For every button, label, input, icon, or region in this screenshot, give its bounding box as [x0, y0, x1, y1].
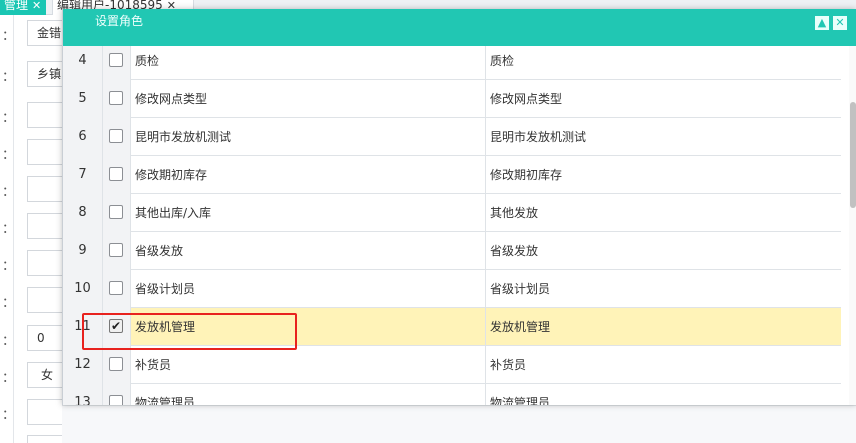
role-description: 省级发放 — [490, 244, 539, 258]
row-number: 13 — [63, 384, 103, 405]
row-number: 5 — [63, 80, 103, 118]
role-description: 物流管理员 — [490, 396, 551, 405]
role-description: 修改网点类型 — [490, 92, 563, 106]
role-name: 物流管理员 — [131, 384, 486, 405]
role-description: 补货员 — [490, 358, 527, 372]
row-checkbox[interactable] — [109, 281, 123, 295]
table-row[interactable]: 9 省级发放 省级发放 — [63, 232, 841, 270]
table-row[interactable]: 6 昆明市发放机测试 昆明市发放机测试 — [63, 118, 841, 156]
close-icon[interactable]: ✕ — [32, 0, 41, 12]
close-icon[interactable]: ✕ — [833, 16, 847, 30]
checkbox-cell — [103, 156, 131, 194]
row-checkbox[interactable] — [109, 205, 123, 219]
role-name: 昆明市发放机测试 — [131, 118, 486, 156]
field-colon: ： — [2, 185, 16, 200]
row-checkbox[interactable] — [109, 53, 123, 67]
role-description: 省级计划员 — [490, 282, 551, 296]
checkbox-cell — [103, 118, 131, 156]
field-colon: ： — [2, 334, 16, 349]
table-row[interactable]: 12 补货员 补货员 — [63, 346, 841, 384]
checkbox-cell — [103, 232, 131, 270]
highlight-box — [82, 313, 297, 350]
row-checkbox[interactable] — [109, 357, 123, 371]
role-description: 其他发放 — [490, 206, 539, 220]
field-colon: ： — [2, 148, 16, 163]
checkbox-cell — [103, 346, 131, 384]
dialog-header[interactable]: 设置角色 ▲ ✕ — [63, 9, 856, 46]
role-description: 发放机管理 — [490, 320, 551, 334]
checkbox-cell — [103, 80, 131, 118]
field-colon: ： — [2, 296, 16, 311]
screen: { "tabs": [ {"label": "管理", "close": "✕"… — [0, 0, 856, 443]
footer-strip — [62, 405, 856, 443]
field-colon: ： — [2, 222, 16, 237]
row-number: 10 — [63, 270, 103, 308]
row-number: 9 — [63, 232, 103, 270]
field-colon: ： — [2, 371, 16, 386]
role-name: 省级计划员 — [131, 270, 486, 308]
role-description: 修改期初库存 — [490, 168, 563, 182]
role-table: 4 质检 质检 5 修改网点类型 修改网点类型 6 昆明市发放机测试 昆明市发放… — [63, 46, 856, 405]
table-row[interactable]: 8 其他出库/入库 其他发放 — [63, 194, 841, 232]
field-colon: ： — [2, 70, 16, 85]
row-number: 6 — [63, 118, 103, 156]
row-number: 4 — [63, 46, 103, 80]
table-row[interactable]: 10 省级计划员 省级计划员 — [63, 270, 841, 308]
row-checkbox[interactable] — [109, 167, 123, 181]
row-checkbox[interactable] — [109, 129, 123, 143]
maximize-icon[interactable]: ▲ — [815, 16, 829, 30]
table-row[interactable]: 4 质检 质检 — [63, 46, 841, 80]
row-number: 12 — [63, 346, 103, 384]
role-name: 修改期初库存 — [131, 156, 486, 194]
field-colon: ： — [2, 111, 16, 126]
dialog-title: 设置角色 — [95, 14, 144, 28]
scrollbar-thumb[interactable] — [850, 102, 856, 208]
checkbox-cell — [103, 46, 131, 80]
table-row[interactable]: 7 修改期初库存 修改期初库存 — [63, 156, 841, 194]
table-row[interactable]: 13 物流管理员 物流管理员 — [63, 384, 841, 405]
field-colon: ： — [2, 259, 16, 274]
tab-management[interactable]: 管理 ✕ — [0, 0, 46, 15]
tab-label: 管理 — [4, 0, 29, 12]
role-name: 补货员 — [131, 346, 486, 384]
role-name: 修改网点类型 — [131, 80, 486, 118]
table-row[interactable]: 5 修改网点类型 修改网点类型 — [63, 80, 841, 118]
row-number: 8 — [63, 194, 103, 232]
checkbox-cell — [103, 384, 131, 405]
checkbox-cell — [103, 270, 131, 308]
checkbox-cell — [103, 194, 131, 232]
row-checkbox[interactable] — [109, 91, 123, 105]
field-colon: ： — [2, 29, 16, 44]
row-checkbox[interactable] — [109, 395, 123, 405]
vertical-scrollbar[interactable] — [849, 46, 856, 405]
role-name: 质检 — [131, 46, 486, 80]
row-number: 7 — [63, 156, 103, 194]
row-checkbox[interactable] — [109, 243, 123, 257]
role-description: 昆明市发放机测试 — [490, 130, 587, 144]
role-name: 省级发放 — [131, 232, 486, 270]
role-description: 质检 — [490, 54, 515, 68]
role-name: 其他出库/入库 — [131, 194, 486, 232]
field-colon: ： — [2, 408, 16, 423]
